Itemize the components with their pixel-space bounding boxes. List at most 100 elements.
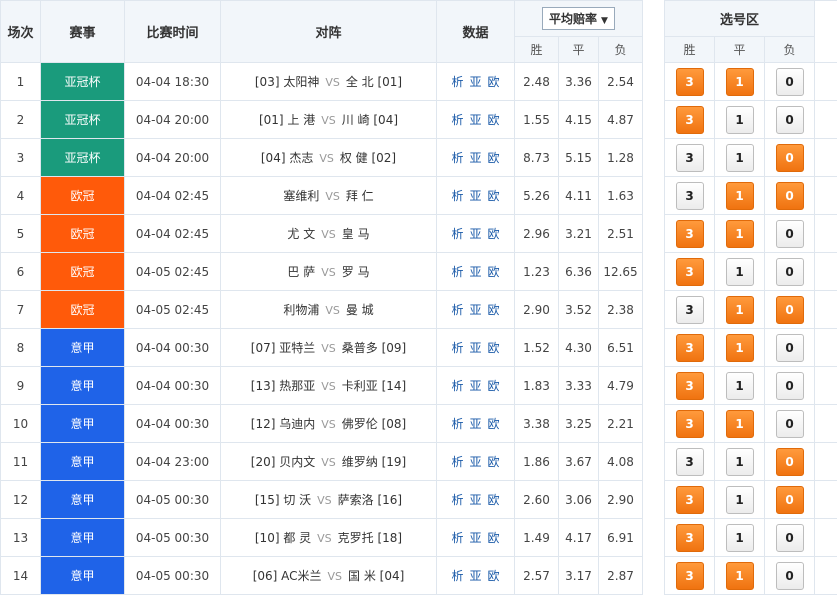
pick-lose-button[interactable]: 0 — [775, 561, 804, 590]
pick-draw-button[interactable]: 1 — [725, 333, 754, 362]
pick-win-button[interactable]: 3 — [675, 447, 704, 476]
league-badge[interactable]: 意甲 — [40, 556, 125, 595]
data-link[interactable]: 析亚欧 — [451, 531, 505, 545]
pick-lose-button[interactable]: 0 — [775, 67, 804, 96]
pick-draw-button[interactable]: 1 — [725, 143, 754, 172]
league-badge[interactable]: 意甲 — [40, 518, 125, 557]
away-team[interactable]: 桑普多 [09] — [342, 341, 406, 355]
pick-lose-button[interactable]: 0 — [775, 333, 804, 362]
league-badge[interactable]: 欧冠 — [40, 214, 125, 253]
pick-draw-button[interactable]: 1 — [725, 561, 754, 590]
pick-win-button[interactable]: 3 — [675, 409, 704, 438]
pick-lose-button[interactable]: 0 — [775, 143, 804, 172]
home-team[interactable]: [06] AC米兰 — [253, 569, 322, 583]
pick-lose-button[interactable]: 0 — [775, 105, 804, 134]
away-team[interactable]: 维罗纳 [19] — [342, 455, 406, 469]
pick-draw-button[interactable]: 1 — [725, 219, 754, 248]
home-team[interactable]: 尤 文 — [287, 227, 315, 241]
pick-lose-button[interactable]: 0 — [775, 523, 804, 552]
home-team[interactable]: [13] 热那亚 — [251, 379, 315, 393]
home-team[interactable]: [01] 上 港 — [259, 113, 315, 127]
league-badge[interactable]: 亚冠杯 — [40, 100, 125, 139]
pick-draw-button[interactable]: 1 — [725, 181, 754, 210]
league-badge[interactable]: 意甲 — [40, 480, 125, 519]
league-badge[interactable]: 欧冠 — [40, 252, 125, 291]
home-team[interactable]: [10] 都 灵 — [255, 531, 311, 545]
data-link[interactable]: 析亚欧 — [451, 379, 505, 393]
home-team[interactable]: [07] 亚特兰 — [251, 341, 315, 355]
data-link[interactable]: 析亚欧 — [451, 113, 505, 127]
data-link[interactable]: 析亚欧 — [451, 227, 505, 241]
away-team[interactable]: 全 北 [01] — [346, 75, 402, 89]
home-team[interactable]: 利物浦 — [283, 303, 319, 317]
pick-draw-button[interactable]: 1 — [725, 105, 754, 134]
pick-draw-button[interactable]: 1 — [725, 371, 754, 400]
league-badge[interactable]: 欧冠 — [40, 290, 125, 329]
home-team[interactable]: 塞维利 — [283, 189, 319, 203]
data-links: 析亚欧 — [436, 176, 515, 215]
league-badge[interactable]: 亚冠杯 — [40, 138, 125, 177]
home-team[interactable]: 巴 萨 — [287, 265, 315, 279]
odds-type-select[interactable]: 平均赔率 ▼ — [542, 7, 615, 30]
data-link[interactable]: 析亚欧 — [451, 341, 505, 355]
pick-win-button[interactable]: 3 — [675, 67, 704, 96]
pick-win-button[interactable]: 3 — [675, 371, 704, 400]
pick-lose-button[interactable]: 0 — [775, 371, 804, 400]
pick-lose-button[interactable]: 0 — [775, 409, 804, 438]
pick-draw-button[interactable]: 1 — [725, 67, 754, 96]
home-team[interactable]: [15] 切 沃 — [255, 493, 311, 507]
away-team[interactable]: 萨索洛 [16] — [338, 493, 402, 507]
pick-draw-button[interactable]: 1 — [725, 447, 754, 476]
pick-draw-button[interactable]: 1 — [725, 523, 754, 552]
pick-win-button[interactable]: 3 — [675, 105, 704, 134]
away-team[interactable]: 川 崎 [04] — [342, 113, 398, 127]
pick-lose-button[interactable]: 0 — [775, 219, 804, 248]
home-team[interactable]: [03] 太阳神 — [255, 75, 319, 89]
away-team[interactable]: 拜 仁 — [346, 189, 374, 203]
away-team[interactable]: 权 健 [02] — [340, 151, 396, 165]
away-team[interactable]: 曼 城 — [346, 303, 374, 317]
pick-win-button[interactable]: 3 — [675, 219, 704, 248]
pick-win-button[interactable]: 3 — [675, 485, 704, 514]
pick-win-button[interactable]: 3 — [675, 181, 704, 210]
home-team[interactable]: [04] 杰志 — [261, 151, 313, 165]
league-badge[interactable]: 意甲 — [40, 366, 125, 405]
pick-draw-button[interactable]: 1 — [725, 257, 754, 286]
pick-draw-button[interactable]: 1 — [725, 485, 754, 514]
pick-lose-button[interactable]: 0 — [775, 257, 804, 286]
league-badge[interactable]: 意甲 — [40, 442, 125, 481]
home-team[interactable]: [12] 乌迪内 — [251, 417, 315, 431]
away-team[interactable]: 佛罗伦 [08] — [342, 417, 406, 431]
pick-lose-button[interactable]: 0 — [775, 485, 804, 514]
away-team[interactable]: 克罗托 [18] — [338, 531, 402, 545]
pick-lose-button[interactable]: 0 — [775, 447, 804, 476]
data-link[interactable]: 析亚欧 — [451, 151, 505, 165]
pick-win-button[interactable]: 3 — [675, 143, 704, 172]
data-link[interactable]: 析亚欧 — [451, 265, 505, 279]
data-link[interactable]: 析亚欧 — [451, 493, 505, 507]
data-link[interactable]: 析亚欧 — [451, 569, 505, 583]
league-badge[interactable]: 意甲 — [40, 404, 125, 443]
pick-win-button[interactable]: 3 — [675, 333, 704, 362]
pick-win-button[interactable]: 3 — [675, 295, 704, 324]
away-team[interactable]: 罗 马 — [342, 265, 370, 279]
data-link[interactable]: 析亚欧 — [451, 303, 505, 317]
data-link[interactable]: 析亚欧 — [451, 189, 505, 203]
away-team[interactable]: 卡利亚 [14] — [342, 379, 406, 393]
pick-draw-button[interactable]: 1 — [725, 295, 754, 324]
data-link[interactable]: 析亚欧 — [451, 75, 505, 89]
pick-win-button[interactable]: 3 — [675, 523, 704, 552]
league-badge[interactable]: 亚冠杯 — [40, 62, 125, 101]
pick-win-button[interactable]: 3 — [675, 257, 704, 286]
league-badge[interactable]: 意甲 — [40, 328, 125, 367]
data-link[interactable]: 析亚欧 — [451, 417, 505, 431]
away-team[interactable]: 皇 马 — [342, 227, 370, 241]
league-badge[interactable]: 欧冠 — [40, 176, 125, 215]
home-team[interactable]: [20] 贝内文 — [251, 455, 315, 469]
pick-draw-button[interactable]: 1 — [725, 409, 754, 438]
data-link[interactable]: 析亚欧 — [451, 455, 505, 469]
pick-lose-button[interactable]: 0 — [775, 295, 804, 324]
pick-win-button[interactable]: 3 — [675, 561, 704, 590]
pick-lose-button[interactable]: 0 — [775, 181, 804, 210]
away-team[interactable]: 国 米 [04] — [348, 569, 404, 583]
